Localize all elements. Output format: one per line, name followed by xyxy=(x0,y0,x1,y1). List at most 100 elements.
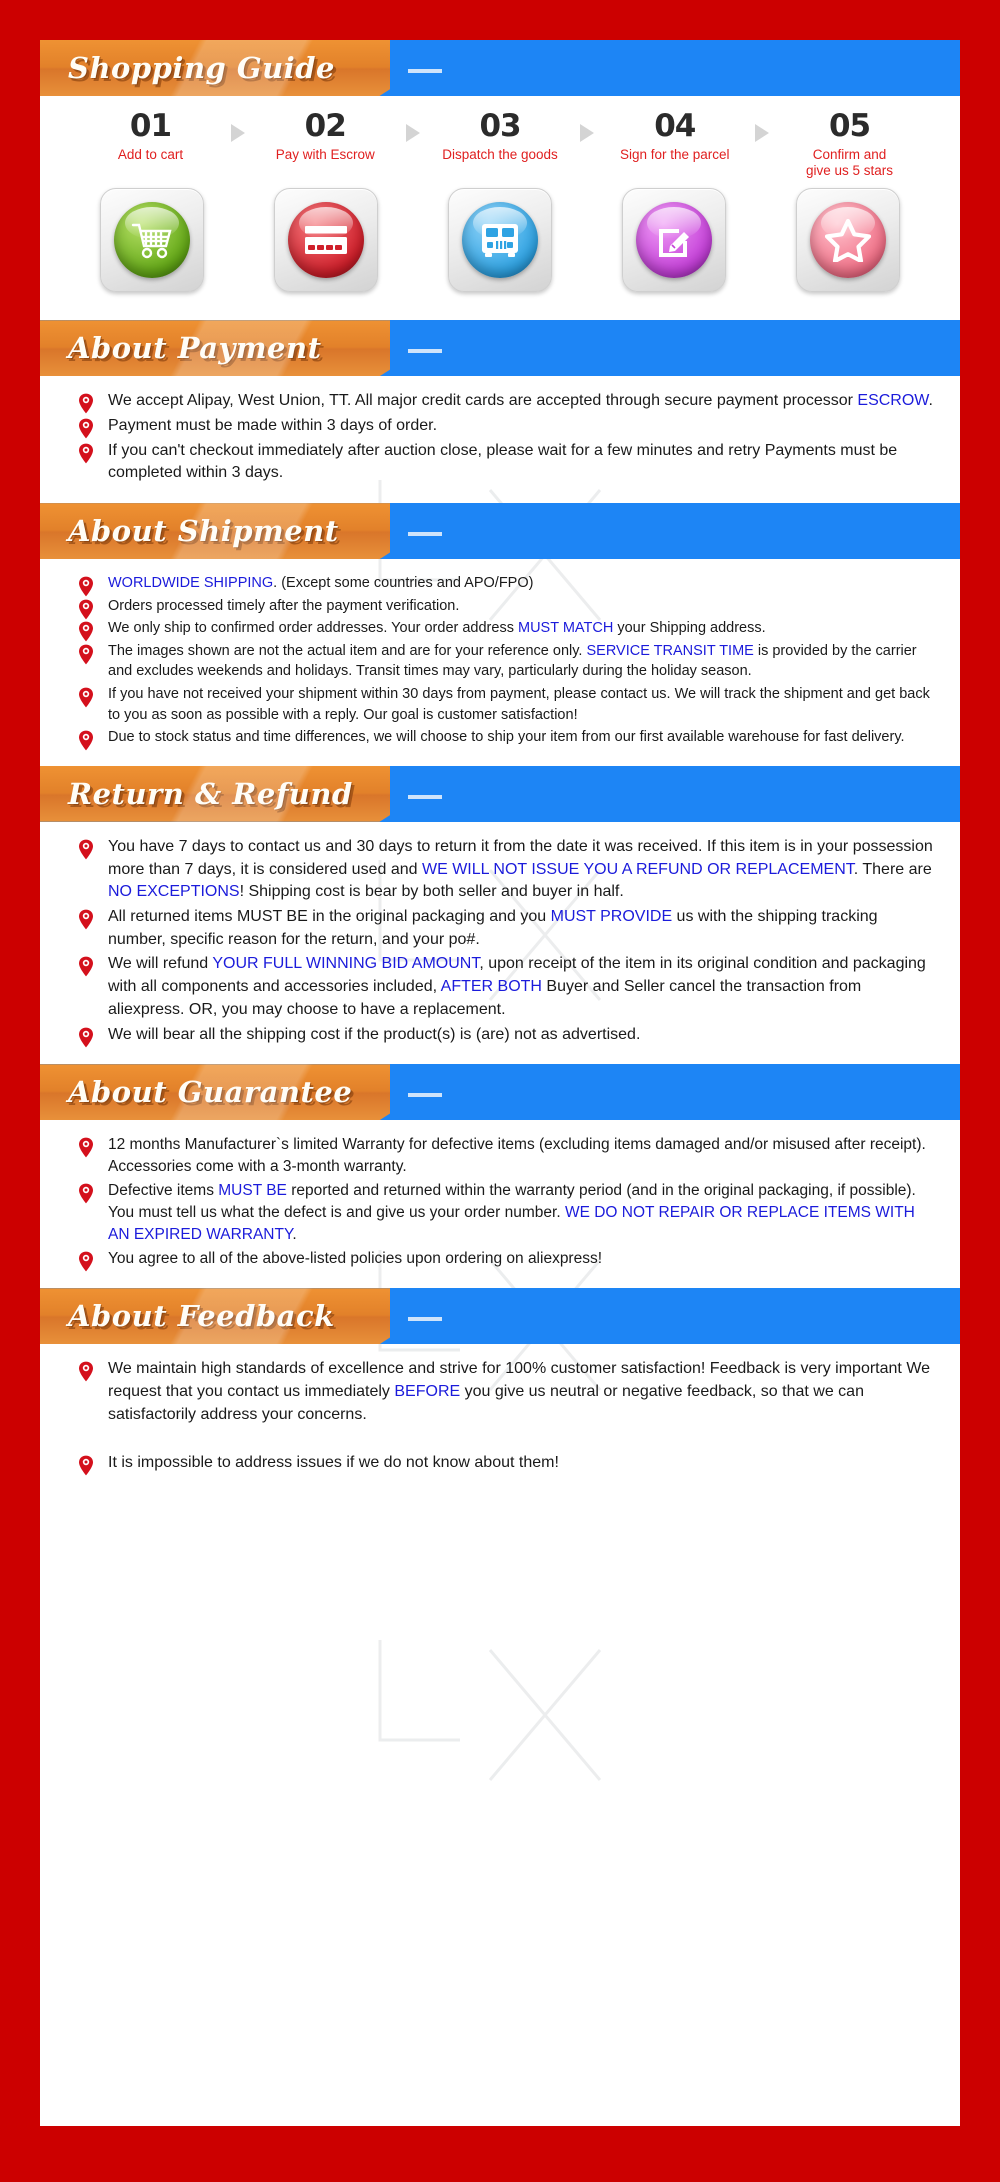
policy-bullet-item: If you have not received your shipment w… xyxy=(74,684,934,725)
map-pin-bullet-icon xyxy=(79,687,93,708)
banner-return-refund: Return & Refund xyxy=(40,765,960,822)
body-text: The images shown are not the actual item… xyxy=(108,642,587,659)
body-text: Orders processed timely after the paymen… xyxy=(108,597,460,614)
step-icon-badge-dispatch xyxy=(448,188,552,293)
body-text: If you can't checkout immediately after … xyxy=(108,441,898,482)
emphasis-text: NO EXCEPTIONS xyxy=(108,883,240,901)
banner-about-shipment: About Shipment xyxy=(40,503,960,560)
body-text: You agree to all of the above-listed pol… xyxy=(108,1250,603,1268)
policy-bullet-item: WORLDWIDE SHIPPING. (Except some countri… xyxy=(74,573,934,597)
banner-about-guarantee: About Guarantee xyxy=(40,1064,960,1121)
policy-bullet-item: Due to stock status and time differences… xyxy=(74,727,934,751)
step-icon-badge-add-to-cart xyxy=(100,188,204,293)
emphasis-text: MUST BE xyxy=(218,1182,287,1200)
map-pin-bullet-icon xyxy=(79,443,93,464)
step-arrow-icon xyxy=(225,124,251,142)
policy-bullet-item: Payment must be made within 3 days of or… xyxy=(74,415,934,439)
emphasis-text: AFTER BOTH xyxy=(440,978,542,996)
step-number: 05 xyxy=(828,108,871,144)
body-text: . (Except some countries and APO/FPO) xyxy=(273,575,534,592)
banner-left-panel: Return & Refund xyxy=(40,765,390,822)
star-rating-icon xyxy=(810,202,886,279)
emphasis-text: WE WILL NOT ISSUE YOU A REFUND OR REPLAC… xyxy=(421,860,854,878)
map-pin-bullet-icon xyxy=(79,418,93,439)
emphasis-text: MUST MATCH xyxy=(517,620,614,637)
step-label: Add to cart xyxy=(117,146,184,162)
section-content-return-refund: You have 7 days to contact us and 30 day… xyxy=(40,822,960,1064)
emphasis-text: SERVICE TRANSIT TIME xyxy=(586,642,754,659)
banner-about-payment: About Payment xyxy=(40,320,960,377)
map-pin-bullet-icon xyxy=(79,393,93,414)
map-pin-bullet-icon xyxy=(79,730,93,751)
payment-bullet-list: We accept Alipay, West Union, TT. All ma… xyxy=(74,390,934,485)
shipment-bullet-list: WORLDWIDE SHIPPING. (Except some countri… xyxy=(74,573,934,751)
step-icons-row xyxy=(40,180,960,310)
map-pin-bullet-icon xyxy=(79,839,93,860)
step-icon-badge-pay-escrow xyxy=(274,188,378,293)
map-pin-bullet-icon xyxy=(79,599,93,620)
banner-about-feedback: About Feedback xyxy=(40,1288,960,1345)
policy-bullet-item: We will refund YOUR FULL WINNING BID AMO… xyxy=(74,953,934,1021)
section-title-about-payment: About Payment xyxy=(68,331,322,366)
body-text: All returned items MUST BE in the origin… xyxy=(108,907,551,925)
policy-bullet-item: We will bear all the shipping cost if th… xyxy=(74,1024,934,1047)
map-pin-bullet-icon xyxy=(79,1456,93,1476)
section-content-about-payment: We accept Alipay, West Union, TT. All ma… xyxy=(40,376,960,503)
emphasis-text: WORLDWIDE SHIPPING xyxy=(108,575,274,592)
step-05: 05 Confirm and give us 5 stars xyxy=(775,110,924,180)
step-04: 04 Sign for the parcel xyxy=(600,110,749,163)
banner-left-panel: About Feedback xyxy=(40,1288,390,1345)
guarantee-bullet-list: 12 months Manufacturer`s limited Warrant… xyxy=(74,1134,934,1272)
body-text: Payment must be made within 3 days of or… xyxy=(108,417,438,435)
return-bullet-list: You have 7 days to contact us and 30 day… xyxy=(74,836,934,1047)
shopping-guide-title: Shopping Guide xyxy=(68,51,335,85)
policy-page: Shopping Guide 01 Add to cart 02 Pay wit… xyxy=(0,0,1000,2182)
step-icon-badge-five-stars xyxy=(796,188,900,293)
banner-shopping-guide: Shopping Guide xyxy=(40,40,960,96)
steps-section: 01 Add to cart 02 Pay with Escrow 03 Dis… xyxy=(40,96,960,321)
emphasis-text: BEFORE xyxy=(394,1382,461,1400)
banner-left-panel: About Guarantee xyxy=(40,1064,390,1121)
banner-dash xyxy=(408,532,442,537)
delivery-truck-icon xyxy=(462,202,538,279)
section-title-about-feedback: About Feedback xyxy=(68,1299,335,1334)
section-content-about-feedback: We maintain high standards of excellence… xyxy=(40,1344,960,1493)
section-title-about-guarantee: About Guarantee xyxy=(68,1075,353,1110)
map-pin-bullet-icon xyxy=(79,956,93,977)
map-pin-bullet-icon xyxy=(79,909,93,930)
body-text: It is impossible to address issues if we… xyxy=(108,1454,559,1472)
map-pin-bullet-icon xyxy=(79,576,93,597)
step-01: 01 Add to cart xyxy=(76,110,225,163)
banner-dash xyxy=(408,349,442,354)
policy-bullet-item: The images shown are not the actual item… xyxy=(74,641,934,682)
body-text: Defective items xyxy=(108,1182,219,1200)
body-text: We only ship to confirmed order addresse… xyxy=(108,620,518,637)
banner-dash xyxy=(408,794,442,799)
policy-bullet-item: It is impossible to address issues if we… xyxy=(74,1452,934,1476)
body-text: . xyxy=(928,392,933,410)
policy-bullet-item: You agree to all of the above-listed pol… xyxy=(74,1248,934,1272)
body-text: We accept Alipay, West Union, TT. All ma… xyxy=(108,392,858,410)
map-pin-bullet-icon xyxy=(79,1137,93,1158)
map-pin-bullet-icon xyxy=(79,1251,93,1272)
step-arrow-icon xyxy=(574,124,600,142)
body-text: your Shipping address. xyxy=(613,620,766,637)
map-pin-bullet-icon xyxy=(79,1183,93,1204)
step-number: 02 xyxy=(304,108,347,144)
banner-dash xyxy=(408,1317,442,1322)
body-text: . xyxy=(292,1226,297,1244)
section-title-about-shipment: About Shipment xyxy=(68,514,339,549)
banner-left-panel: About Shipment xyxy=(40,503,390,560)
body-text: If you have not received your shipment w… xyxy=(108,686,930,723)
body-text: . There are xyxy=(853,860,932,878)
policy-bullet-item: 12 months Manufacturer`s limited Warrant… xyxy=(74,1134,934,1178)
shopping-cart-icon xyxy=(114,202,190,279)
emphasis-text: MUST PROVIDE xyxy=(550,907,673,925)
banner-left-panel: Shopping Guide xyxy=(40,40,390,96)
step-arrow-icon xyxy=(400,124,426,142)
step-number: 01 xyxy=(129,108,172,144)
policy-bullet-item: Orders processed timely after the paymen… xyxy=(74,596,934,620)
banner-dash xyxy=(408,69,442,73)
policy-sheet: Shopping Guide 01 Add to cart 02 Pay wit… xyxy=(40,40,960,2126)
step-number: 03 xyxy=(479,108,521,144)
